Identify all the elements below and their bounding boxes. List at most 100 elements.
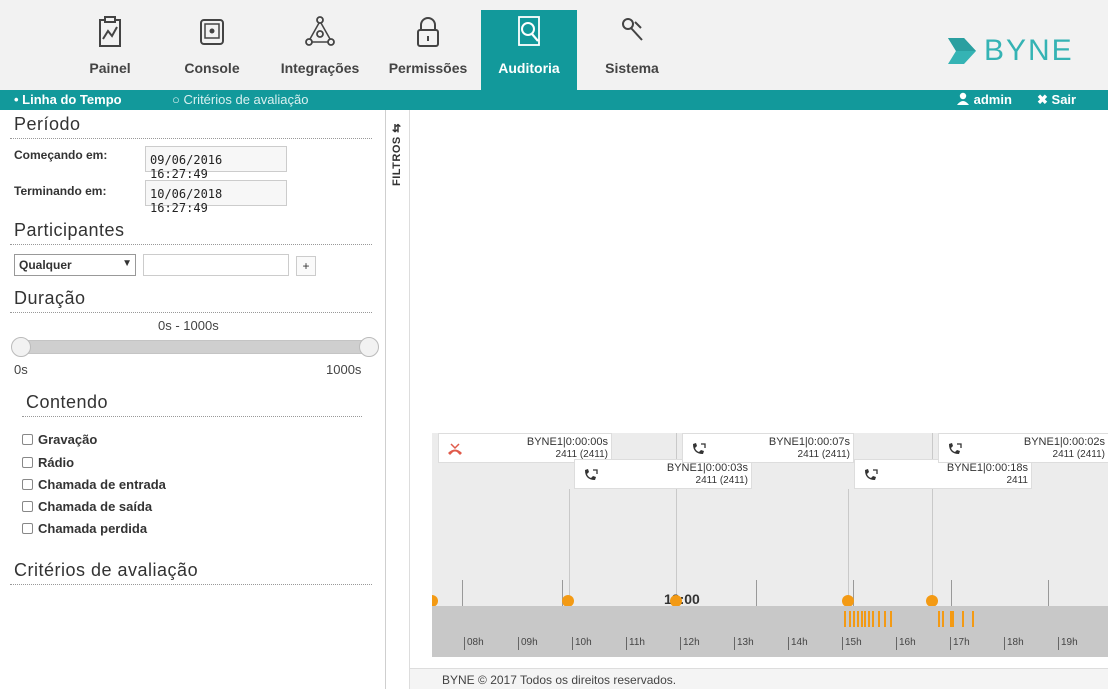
start-date-input[interactable]: 09/06/2016 16:27:49 (145, 146, 287, 181)
incoming-call-icon (585, 469, 598, 480)
activity-bar (878, 611, 880, 627)
end-date-input[interactable]: 10/06/2018 16:27:49 (145, 180, 287, 215)
nav-integracoes[interactable]: Integrações (270, 10, 370, 90)
filters-toggle-tab[interactable]: FILTROS ⇆ (386, 110, 410, 689)
duration-min-label: 0s (14, 362, 28, 377)
event-guide-line (848, 489, 849, 606)
nav-permissoes[interactable]: Permissões (380, 10, 476, 90)
timeline-tick (756, 580, 757, 606)
tab-criterios-avaliacao[interactable]: ○ Critérios de avaliação (172, 92, 308, 107)
activity-bar (872, 611, 874, 627)
nav-sistema[interactable]: Sistema (590, 10, 674, 90)
timeline-tick (462, 580, 463, 606)
timeline-event[interactable]: BYNE1|0:00:07s 2411 (2411) (682, 433, 854, 463)
divider (10, 584, 372, 585)
checkbox[interactable] (22, 434, 33, 445)
event-subtitle: 2411 (1006, 475, 1028, 486)
incoming-call-icon (949, 443, 962, 454)
timeline-tick (951, 580, 952, 606)
activity-bar (844, 611, 846, 627)
duration-slider[interactable] (11, 337, 379, 357)
timeline-event[interactable]: BYNE1|0:00:02s 2411 (2411) (938, 433, 1108, 463)
option-chamada-perdida[interactable]: Chamada perdida (22, 521, 147, 536)
nav-auditoria[interactable]: Auditoria (481, 10, 577, 90)
hour-label: 15h (842, 637, 862, 650)
copyright-text: BYNE © 2017 Todos os direitos reservados… (442, 673, 677, 687)
participantes-title: Participantes (14, 220, 125, 240)
byne-logo-mark-icon (948, 38, 976, 64)
checkbox[interactable] (22, 479, 33, 490)
event-subtitle: 2411 (2411) (1052, 449, 1105, 460)
duration-max-handle[interactable] (359, 337, 379, 357)
nav-integracoes-label: Integrações (280, 60, 360, 76)
hour-label: 14h (788, 637, 808, 650)
timeline-overview[interactable]: 08h 09h 10h 11h 12h 13h 14h 15h 16h 17h … (432, 606, 1108, 657)
timeline-event[interactable]: BYNE1|0:00:18s 2411 (854, 459, 1032, 489)
option-chamada-entrada[interactable]: Chamada de entrada (22, 477, 166, 492)
incoming-call-icon (865, 469, 878, 480)
console-icon (200, 19, 224, 45)
event-title: BYNE1|0:00:03s (666, 462, 748, 474)
activity-bar (890, 611, 892, 627)
hour-label: 12h (680, 637, 700, 650)
divider (10, 312, 372, 313)
nav-painel[interactable]: Painel (72, 10, 148, 90)
top-navigation: Painel Console Integrações Permissões Au… (0, 0, 1108, 90)
user-menu[interactable]: admin (956, 92, 1012, 107)
option-gravacao[interactable]: Gravação (22, 432, 97, 447)
timeline[interactable]: BYNE1|0:00:00s 2411 (2411) BYNE1|0:00:03… (432, 433, 1108, 657)
footer: BYNE © 2017 Todos os direitos reservados… (410, 668, 1108, 689)
close-icon: ✖ (1037, 92, 1048, 107)
duration-max-label: 1000s (326, 362, 362, 377)
participant-type-value: Qualquer (19, 258, 72, 272)
nav-painel-label: Painel (89, 60, 131, 76)
logout-button[interactable]: ✖ Sair (1037, 92, 1076, 108)
event-subtitle: 2411 (2411) (695, 475, 748, 486)
chevron-down-icon: ▼ (122, 258, 132, 269)
hour-label: 09h (518, 637, 538, 650)
tab-linha-do-tempo[interactable]: • Linha do Tempo (14, 92, 122, 107)
event-title: BYNE1|0:00:18s (946, 462, 1028, 474)
duracao-title: Duração (14, 288, 86, 308)
activity-bar (861, 611, 863, 627)
duration-range-label: 0s - 1000s (158, 318, 219, 333)
checkbox[interactable] (22, 457, 33, 468)
activity-bar (950, 611, 954, 627)
event-title: BYNE1|0:00:07s (768, 436, 850, 448)
activity-bar (853, 611, 855, 627)
option-chamada-saida[interactable]: Chamada de saída (22, 499, 152, 514)
filter-panel: Período Começando em: 09/06/2016 16:27:4… (0, 110, 386, 689)
divider (10, 138, 372, 139)
audit-search-icon (518, 16, 540, 46)
option-label: Rádio (38, 455, 75, 470)
sub-navigation: • Linha do Tempo ○ Critérios de avaliaçã… (0, 90, 1108, 110)
chart-clipboard-icon (99, 16, 121, 47)
event-title: BYNE1|0:00:02s (1023, 436, 1105, 448)
activity-bar (864, 611, 866, 627)
option-label: Gravação (38, 432, 98, 447)
event-title: BYNE1|0:00:00s (526, 436, 608, 448)
missed-call-icon (448, 443, 462, 455)
periodo-title: Período (14, 114, 81, 134)
duration-min-handle[interactable] (11, 337, 31, 357)
add-participant-button[interactable]: + (296, 256, 316, 276)
option-label: Chamada de saída (38, 499, 153, 514)
brand-name: BYNE (984, 34, 1074, 67)
filters-tab-label: FILTROS ⇆ (391, 122, 403, 186)
nav-console[interactable]: Console (172, 10, 252, 90)
hour-label: 13h (734, 637, 754, 650)
activity-bar (942, 611, 944, 627)
checkbox[interactable] (22, 523, 33, 534)
participant-input[interactable] (143, 254, 289, 276)
byne-logo: BYNE (948, 36, 1074, 66)
divider (22, 416, 362, 417)
hour-label: 11h (626, 637, 645, 650)
option-radio[interactable]: Rádio (22, 455, 74, 470)
activity-bar (962, 611, 964, 627)
end-date-label: Terminando em: (14, 184, 107, 198)
hour-label: 19h (1058, 637, 1078, 650)
checkbox[interactable] (22, 501, 33, 512)
participant-type-select[interactable]: Qualquer ▼ (14, 254, 136, 276)
timeline-event[interactable]: BYNE1|0:00:03s 2411 (2411) (574, 459, 752, 489)
activity-bar (849, 611, 851, 627)
